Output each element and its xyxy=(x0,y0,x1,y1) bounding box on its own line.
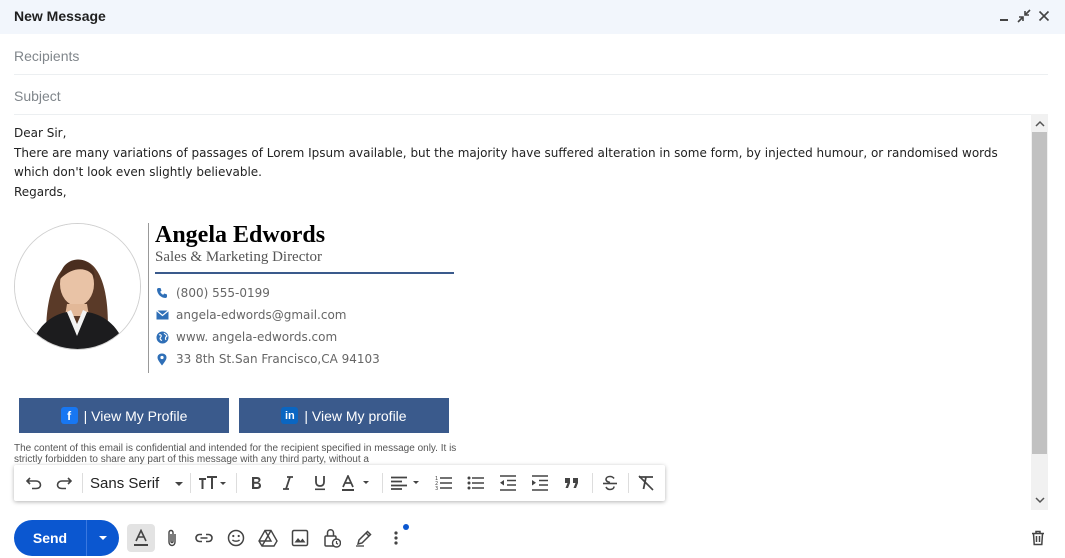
formatting-options-icon[interactable] xyxy=(127,524,155,552)
window-title: New Message xyxy=(14,8,106,24)
signature-address: 33 8th St.San Francisco,CA 94103 xyxy=(155,350,380,368)
signature-website: www. angela-edwords.com xyxy=(155,328,337,346)
facebook-icon: f xyxy=(60,407,78,424)
phone-text: (800) 555-0199 xyxy=(176,286,270,300)
recipients-input[interactable] xyxy=(14,35,1048,73)
scrollbar-thumb[interactable] xyxy=(1032,132,1047,454)
underline-icon[interactable] xyxy=(308,471,332,495)
toolbar-separator xyxy=(236,473,237,493)
linkedin-profile-button[interactable]: in | View My profile xyxy=(239,398,449,433)
facebook-button-label: | View My Profile xyxy=(83,407,188,424)
toolbar-separator xyxy=(592,473,593,493)
svg-text:3: 3 xyxy=(435,486,438,491)
discard-draft-icon[interactable] xyxy=(1024,524,1052,552)
phone-icon xyxy=(155,286,169,300)
italic-icon[interactable] xyxy=(276,471,300,495)
indent-more-icon[interactable] xyxy=(528,471,552,495)
signature-title: Sales & Marketing Director xyxy=(155,249,323,265)
mail-icon xyxy=(155,308,169,322)
font-size-icon[interactable] xyxy=(196,471,230,495)
google-drive-icon[interactable] xyxy=(254,524,282,552)
recipients-row xyxy=(14,35,1048,75)
close-icon[interactable] xyxy=(1034,6,1054,26)
message-body[interactable]: Dear Sir, There are many variations of p… xyxy=(14,124,1019,202)
subject-input[interactable] xyxy=(14,75,1048,113)
attach-file-icon[interactable] xyxy=(158,524,186,552)
send-options-icon[interactable] xyxy=(87,535,119,541)
avatar xyxy=(14,223,141,350)
minimize-icon[interactable] xyxy=(994,6,1014,26)
scroll-up-icon[interactable] xyxy=(1031,115,1048,132)
bold-icon[interactable] xyxy=(244,471,268,495)
toolbar-separator xyxy=(190,473,191,493)
exit-fullscreen-icon[interactable] xyxy=(1014,6,1034,26)
redo-icon[interactable] xyxy=(52,471,76,495)
toolbar-separator xyxy=(82,473,83,493)
emoji-icon[interactable] xyxy=(222,524,250,552)
undo-icon[interactable] xyxy=(22,471,46,495)
website-link[interactable]: www. angela-edwords.com xyxy=(176,330,337,344)
indent-less-icon[interactable] xyxy=(496,471,520,495)
signature-divider xyxy=(148,223,149,373)
formatting-toolbar: Sans Serif 123 xyxy=(14,465,665,501)
toolbar-separator xyxy=(382,473,383,493)
chevron-down-icon xyxy=(174,474,184,492)
linkedin-button-label: | View My profile xyxy=(304,407,407,424)
insert-link-icon[interactable] xyxy=(190,524,218,552)
facebook-profile-button[interactable]: f | View My Profile xyxy=(19,398,229,433)
send-button-group: Send xyxy=(14,520,119,556)
insert-photo-icon[interactable] xyxy=(286,524,314,552)
location-pin-icon xyxy=(155,352,169,366)
signature-rule xyxy=(155,272,454,274)
font-family-select[interactable]: Sans Serif xyxy=(90,471,184,495)
signature-email: angela-edwords@gmail.com xyxy=(155,306,347,324)
signature-phone: (800) 555-0199 xyxy=(155,284,270,302)
scroll-down-icon[interactable] xyxy=(1031,492,1048,509)
strikethrough-icon[interactable] xyxy=(598,471,622,495)
subject-row xyxy=(14,75,1048,115)
signature-name: Angela Edwords xyxy=(155,222,326,248)
compose-header: New Message xyxy=(0,0,1065,34)
text-color-icon[interactable] xyxy=(340,471,376,495)
notification-dot xyxy=(403,524,409,530)
numbered-list-icon[interactable]: 123 xyxy=(432,471,456,495)
linkedin-icon: in xyxy=(281,407,299,424)
confidentiality-disclaimer: The content of this email is confidentia… xyxy=(14,443,457,465)
bulleted-list-icon[interactable] xyxy=(464,471,488,495)
address-text: 33 8th St.San Francisco,CA 94103 xyxy=(176,352,380,366)
send-button[interactable]: Send xyxy=(14,530,86,546)
quote-icon[interactable] xyxy=(560,471,584,495)
email-link[interactable]: angela-edwords@gmail.com xyxy=(176,308,347,322)
toolbar-separator xyxy=(628,473,629,493)
greeting-text: Dear Sir, xyxy=(14,126,67,140)
globe-icon xyxy=(155,330,169,344)
clear-formatting-icon[interactable] xyxy=(634,471,658,495)
closing-text: Regards, xyxy=(14,184,67,199)
signature-pen-icon[interactable] xyxy=(350,524,378,552)
confidential-mode-icon[interactable] xyxy=(318,524,346,552)
body-paragraph: There are many variations of passages of… xyxy=(14,145,998,180)
align-icon[interactable] xyxy=(389,471,425,495)
font-family-value: Sans Serif xyxy=(90,474,160,492)
